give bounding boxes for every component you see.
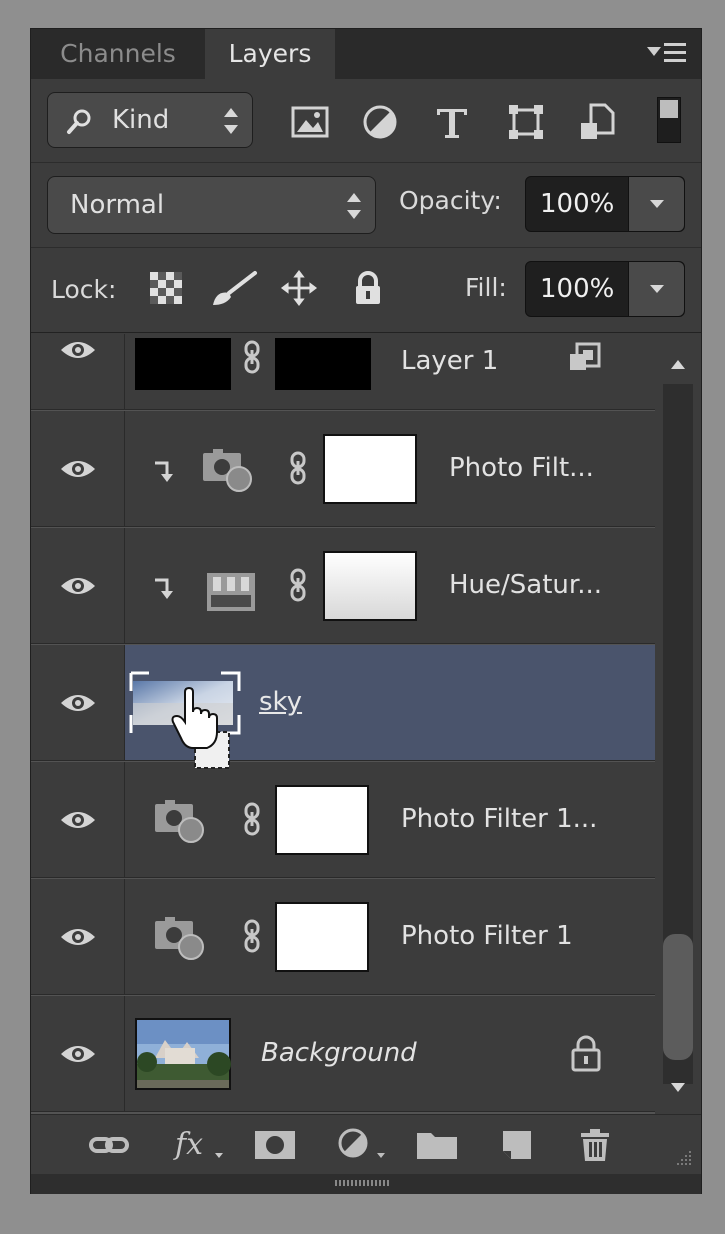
layer-thumbnail[interactable] (135, 1018, 231, 1090)
filter-toggle-switch[interactable] (657, 97, 681, 143)
filter-kind-select[interactable]: Kind (47, 92, 253, 148)
pixel-layer-filter-icon[interactable] (289, 101, 331, 143)
layer-row-photo-filter-1[interactable]: Photo Filter 1 (31, 879, 655, 995)
layer-row-background[interactable]: Background (31, 996, 655, 1112)
layer-mask-thumbnail[interactable] (275, 785, 369, 855)
select-arrows-icon (224, 108, 238, 134)
lock-position-icon[interactable] (279, 269, 319, 307)
eye-icon (61, 695, 95, 711)
clipping-mask-arrow-icon (155, 578, 173, 599)
layer-name[interactable]: Photo Filt... (449, 453, 594, 483)
lock-transparent-pixels-icon[interactable] (147, 269, 185, 307)
link-chain-icon[interactable] (289, 451, 307, 485)
layer-row-layer-1[interactable]: Layer 1 (31, 334, 655, 410)
drag-hand-cursor-icon (171, 686, 230, 769)
visibility-toggle[interactable] (31, 879, 125, 994)
eye-icon (61, 929, 95, 945)
new-adjustment-layer-icon[interactable] (335, 1127, 387, 1163)
lock-row: Lock: Fill: 100% (31, 249, 701, 333)
photo-filter-adjustment-icon[interactable] (201, 447, 255, 495)
opacity-dropdown-button[interactable] (628, 177, 684, 231)
link-layers-icon[interactable] (87, 1127, 131, 1163)
search-icon (67, 109, 91, 134)
resize-grip-icon[interactable] (671, 1149, 693, 1171)
fx-label: fx (175, 1127, 204, 1162)
layer-mask-thumbnail[interactable] (275, 902, 369, 972)
lock-image-pixels-icon[interactable] (209, 269, 259, 307)
visibility-toggle[interactable] (31, 334, 125, 409)
eye-icon (61, 578, 95, 594)
lock-label: Lock: (51, 275, 117, 304)
layer-mask-thumbnail[interactable] (275, 338, 371, 390)
layer-name[interactable]: sky (259, 687, 302, 717)
layer-row-photo-filter-clipped[interactable]: Photo Filt... (31, 411, 655, 527)
layer-name[interactable]: Photo Filter 1 (401, 921, 573, 951)
fill-value[interactable]: 100% (540, 262, 614, 316)
filter-row: Kind (31, 79, 701, 163)
layers-list[interactable]: Layer 1 Photo Filt... Hue/Satur... sky P… (31, 334, 655, 1114)
layer-row-photo-filter-1-copy[interactable]: Photo Filter 1... (31, 762, 655, 878)
new-group-icon[interactable] (415, 1127, 459, 1163)
lock-all-icon[interactable] (349, 269, 387, 307)
eye-icon (61, 342, 95, 358)
photo-filter-adjustment-icon[interactable] (153, 915, 207, 963)
scroll-down-icon[interactable] (671, 1083, 685, 1092)
lock-icon[interactable] (569, 1034, 603, 1072)
scroll-up-icon[interactable] (671, 360, 685, 369)
opacity-label: Opacity: (399, 186, 502, 215)
blend-mode-value: Normal (70, 190, 165, 220)
fill-dropdown-button[interactable] (628, 262, 684, 316)
shape-layer-filter-icon[interactable] (505, 101, 547, 143)
fx-icon[interactable]: fx (171, 1127, 229, 1163)
smart-object-filter-icon[interactable] (577, 101, 619, 143)
tab-bar: Channels Layers (31, 29, 701, 79)
link-chain-icon[interactable] (289, 568, 307, 602)
photo-filter-adjustment-icon[interactable] (153, 798, 207, 846)
type-layer-filter-icon[interactable] (431, 101, 473, 143)
opacity-field[interactable]: 100% (525, 176, 685, 232)
select-arrows-icon (347, 193, 361, 219)
delete-layer-icon[interactable] (573, 1127, 617, 1163)
visibility-toggle[interactable] (31, 411, 125, 526)
layer-thumbnail[interactable] (135, 338, 231, 390)
visibility-toggle[interactable] (31, 762, 125, 877)
fill-field[interactable]: 100% (525, 261, 685, 317)
visibility-toggle[interactable] (31, 528, 125, 643)
opacity-value[interactable]: 100% (540, 177, 614, 231)
smart-object-badge-icon (570, 342, 601, 370)
blend-row: Normal Opacity: 100% (31, 164, 701, 248)
tab-channels[interactable]: Channels (31, 29, 205, 79)
clipping-mask-arrow-icon (155, 461, 173, 482)
new-layer-icon[interactable] (493, 1127, 537, 1163)
link-chain-icon[interactable] (243, 802, 261, 836)
layer-name[interactable]: Layer 1 (401, 346, 498, 376)
layer-mask-thumbnail[interactable] (323, 551, 417, 621)
add-mask-icon[interactable] (253, 1127, 297, 1163)
layer-row-hue-saturation[interactable]: Hue/Satur... (31, 528, 655, 644)
layers-scrollbar[interactable] (655, 334, 701, 1114)
visibility-toggle[interactable] (31, 996, 125, 1111)
blend-mode-select[interactable]: Normal (47, 176, 376, 234)
panel-menu-icon[interactable] (647, 41, 687, 67)
scroll-thumb[interactable] (663, 934, 693, 1060)
layer-name[interactable]: Photo Filter 1... (401, 804, 597, 834)
eye-icon (61, 461, 95, 477)
fill-label: Fill: (465, 273, 507, 302)
visibility-toggle[interactable] (31, 645, 125, 760)
layers-footer: fx (31, 1114, 701, 1174)
layers-panel: Channels Layers Kind Normal Opacity: 100… (30, 28, 702, 1194)
eye-icon (61, 1046, 95, 1062)
layer-row-sky[interactable]: sky (31, 645, 655, 761)
adjustment-layer-filter-icon[interactable] (359, 101, 401, 143)
tab-layers[interactable]: Layers (205, 29, 335, 79)
link-chain-icon[interactable] (243, 919, 261, 953)
link-chain-icon[interactable] (243, 340, 261, 374)
layer-mask-thumbnail[interactable] (323, 434, 417, 504)
eye-icon (61, 812, 95, 828)
panel-bottom-grip[interactable] (31, 1174, 701, 1194)
filter-kind-label: Kind (112, 105, 170, 135)
layer-name[interactable]: Background (261, 1038, 417, 1068)
hue-saturation-adjustment-icon[interactable] (205, 568, 259, 616)
layer-name[interactable]: Hue/Satur... (449, 570, 602, 600)
